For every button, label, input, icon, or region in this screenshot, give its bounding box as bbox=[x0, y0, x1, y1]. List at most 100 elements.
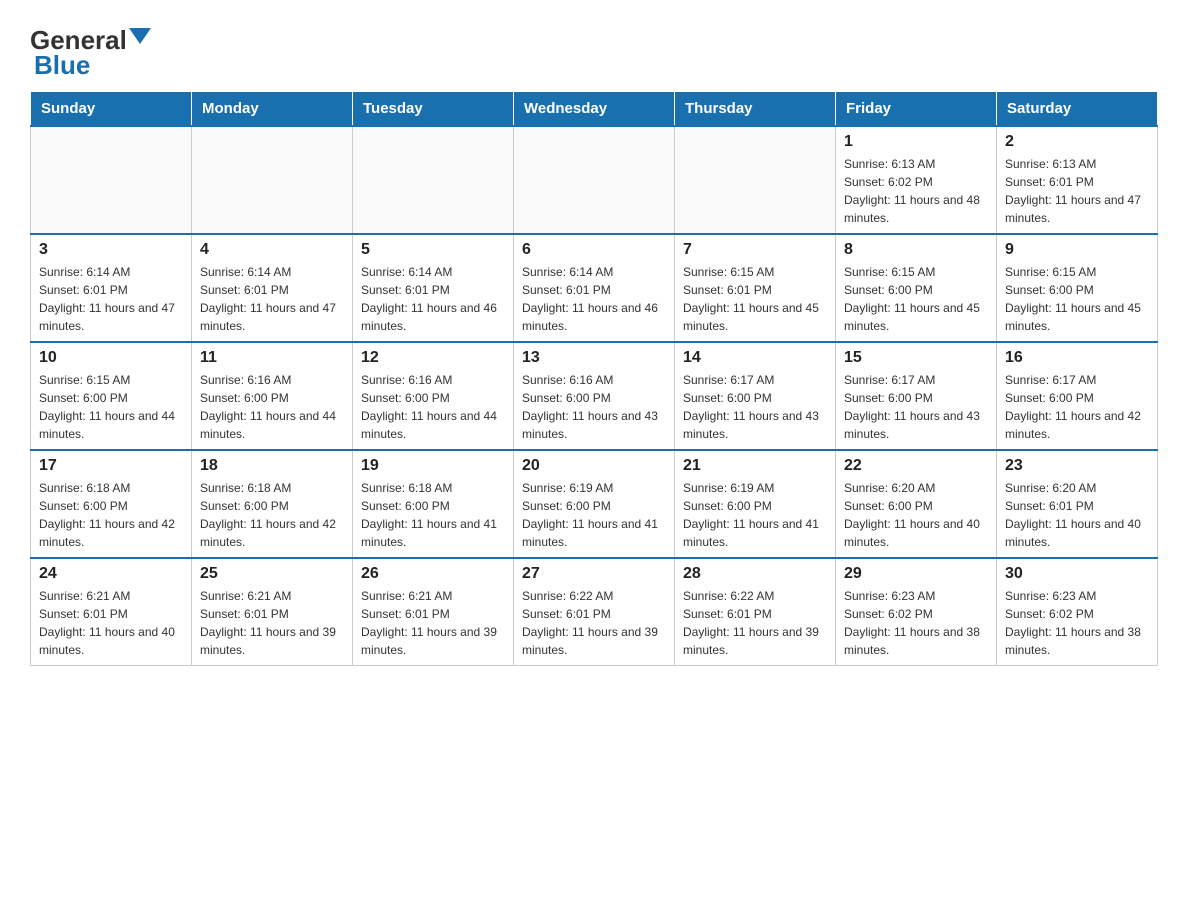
day-number: 21 bbox=[683, 457, 827, 475]
day-info: Sunrise: 6:14 AMSunset: 6:01 PMDaylight:… bbox=[39, 263, 183, 335]
calendar-cell: 21 Sunrise: 6:19 AMSunset: 6:00 PMDayligh… bbox=[675, 450, 836, 558]
week-row-2: 3 Sunrise: 6:14 AMSunset: 6:01 PMDaylight… bbox=[31, 234, 1158, 342]
day-info: Sunrise: 6:23 AMSunset: 6:02 PMDaylight:… bbox=[1005, 587, 1149, 659]
day-info: Sunrise: 6:16 AMSunset: 6:00 PMDaylight:… bbox=[200, 371, 344, 443]
day-number: 3 bbox=[39, 241, 183, 259]
week-row-5: 24 Sunrise: 6:21 AMSunset: 6:01 PMDayligh… bbox=[31, 558, 1158, 666]
day-info: Sunrise: 6:23 AMSunset: 6:02 PMDaylight:… bbox=[844, 587, 988, 659]
day-info: Sunrise: 6:15 AMSunset: 6:01 PMDaylight:… bbox=[683, 263, 827, 335]
day-info: Sunrise: 6:22 AMSunset: 6:01 PMDaylight:… bbox=[683, 587, 827, 659]
day-number: 15 bbox=[844, 349, 988, 367]
day-number: 5 bbox=[361, 241, 505, 259]
calendar-cell: 26 Sunrise: 6:21 AMSunset: 6:01 PMDayligh… bbox=[353, 558, 514, 666]
calendar-cell: 30 Sunrise: 6:23 AMSunset: 6:02 PMDayligh… bbox=[997, 558, 1158, 666]
day-number: 11 bbox=[200, 349, 344, 367]
logo-triangle-icon bbox=[129, 28, 151, 50]
day-number: 14 bbox=[683, 349, 827, 367]
day-number: 28 bbox=[683, 565, 827, 583]
calendar-cell: 22Sunrise: 6:20 AMSunset: 6:00 PMDayligh… bbox=[836, 450, 997, 558]
col-wednesday: Wednesday bbox=[514, 92, 675, 127]
calendar-cell: 18 Sunrise: 6:18 AMSunset: 6:00 PMDayligh… bbox=[192, 450, 353, 558]
logo-blue-text: Blue bbox=[34, 50, 90, 81]
day-info: Sunrise: 6:13 AMSunset: 6:01 PMDaylight:… bbox=[1005, 155, 1149, 227]
day-number: 12 bbox=[361, 349, 505, 367]
calendar-cell: 5 Sunrise: 6:14 AMSunset: 6:01 PMDaylight… bbox=[353, 234, 514, 342]
calendar-cell: 27 Sunrise: 6:22 AMSunset: 6:01 PMDayligh… bbox=[514, 558, 675, 666]
day-number: 26 bbox=[361, 565, 505, 583]
day-number: 1 bbox=[844, 133, 988, 151]
calendar-cell: 3 Sunrise: 6:14 AMSunset: 6:01 PMDaylight… bbox=[31, 234, 192, 342]
day-info: Sunrise: 6:14 AMSunset: 6:01 PMDaylight:… bbox=[522, 263, 666, 335]
day-number: 27 bbox=[522, 565, 666, 583]
calendar-cell: 12 Sunrise: 6:16 AMSunset: 6:00 PMDayligh… bbox=[353, 342, 514, 450]
col-monday: Monday bbox=[192, 92, 353, 127]
calendar-cell: 16Sunrise: 6:17 AMSunset: 6:00 PMDayligh… bbox=[997, 342, 1158, 450]
day-info: Sunrise: 6:17 AMSunset: 6:00 PMDaylight:… bbox=[844, 371, 988, 443]
calendar-cell: 9 Sunrise: 6:15 AMSunset: 6:00 PMDaylight… bbox=[997, 234, 1158, 342]
day-number: 7 bbox=[683, 241, 827, 259]
day-info: Sunrise: 6:19 AMSunset: 6:00 PMDaylight:… bbox=[683, 479, 827, 551]
calendar-cell: 2Sunrise: 6:13 AMSunset: 6:01 PMDaylight… bbox=[997, 126, 1158, 234]
day-info: Sunrise: 6:21 AMSunset: 6:01 PMDaylight:… bbox=[200, 587, 344, 659]
calendar-cell bbox=[514, 126, 675, 234]
day-number: 10 bbox=[39, 349, 183, 367]
day-info: Sunrise: 6:18 AMSunset: 6:00 PMDaylight:… bbox=[39, 479, 183, 551]
calendar-cell bbox=[31, 126, 192, 234]
day-info: Sunrise: 6:14 AMSunset: 6:01 PMDaylight:… bbox=[200, 263, 344, 335]
day-number: 4 bbox=[200, 241, 344, 259]
calendar-cell: 20 Sunrise: 6:19 AMSunset: 6:00 PMDayligh… bbox=[514, 450, 675, 558]
day-info: Sunrise: 6:18 AMSunset: 6:00 PMDaylight:… bbox=[200, 479, 344, 551]
day-info: Sunrise: 6:18 AMSunset: 6:00 PMDaylight:… bbox=[361, 479, 505, 551]
day-number: 20 bbox=[522, 457, 666, 475]
page-header: General Blue bbox=[30, 20, 1158, 81]
calendar-cell: 23Sunrise: 6:20 AMSunset: 6:01 PMDayligh… bbox=[997, 450, 1158, 558]
logo: General Blue bbox=[30, 25, 151, 81]
calendar-cell: 4 Sunrise: 6:14 AMSunset: 6:01 PMDaylight… bbox=[192, 234, 353, 342]
day-number: 18 bbox=[200, 457, 344, 475]
day-info: Sunrise: 6:15 AMSunset: 6:00 PMDaylight:… bbox=[844, 263, 988, 335]
calendar-header-row: Sunday Monday Tuesday Wednesday Thursday… bbox=[31, 92, 1158, 127]
day-info: Sunrise: 6:17 AMSunset: 6:00 PMDaylight:… bbox=[1005, 371, 1149, 443]
day-info: Sunrise: 6:17 AMSunset: 6:00 PMDaylight:… bbox=[683, 371, 827, 443]
calendar-cell: 8 Sunrise: 6:15 AMSunset: 6:00 PMDaylight… bbox=[836, 234, 997, 342]
day-number: 30 bbox=[1005, 565, 1149, 583]
col-sunday: Sunday bbox=[31, 92, 192, 127]
day-info: Sunrise: 6:19 AMSunset: 6:00 PMDaylight:… bbox=[522, 479, 666, 551]
day-number: 9 bbox=[1005, 241, 1149, 259]
day-info: Sunrise: 6:16 AMSunset: 6:00 PMDaylight:… bbox=[522, 371, 666, 443]
calendar-cell: 11 Sunrise: 6:16 AMSunset: 6:00 PMDayligh… bbox=[192, 342, 353, 450]
calendar-cell: 29Sunrise: 6:23 AMSunset: 6:02 PMDayligh… bbox=[836, 558, 997, 666]
day-info: Sunrise: 6:15 AMSunset: 6:00 PMDaylight:… bbox=[39, 371, 183, 443]
calendar-cell: 25 Sunrise: 6:21 AMSunset: 6:01 PMDayligh… bbox=[192, 558, 353, 666]
calendar-cell: 6Sunrise: 6:14 AMSunset: 6:01 PMDaylight… bbox=[514, 234, 675, 342]
calendar-table: Sunday Monday Tuesday Wednesday Thursday… bbox=[30, 91, 1158, 666]
week-row-3: 10 Sunrise: 6:15 AMSunset: 6:00 PMDayligh… bbox=[31, 342, 1158, 450]
day-info: Sunrise: 6:21 AMSunset: 6:01 PMDaylight:… bbox=[361, 587, 505, 659]
calendar-cell: 14 Sunrise: 6:17 AMSunset: 6:00 PMDayligh… bbox=[675, 342, 836, 450]
day-number: 24 bbox=[39, 565, 183, 583]
calendar-cell bbox=[192, 126, 353, 234]
day-number: 8 bbox=[844, 241, 988, 259]
day-number: 19 bbox=[361, 457, 505, 475]
calendar-cell: 13 Sunrise: 6:16 AMSunset: 6:00 PMDayligh… bbox=[514, 342, 675, 450]
day-number: 17 bbox=[39, 457, 183, 475]
week-row-1: 1Sunrise: 6:13 AMSunset: 6:02 PMDaylight… bbox=[31, 126, 1158, 234]
day-info: Sunrise: 6:15 AMSunset: 6:00 PMDaylight:… bbox=[1005, 263, 1149, 335]
day-number: 13 bbox=[522, 349, 666, 367]
day-info: Sunrise: 6:20 AMSunset: 6:01 PMDaylight:… bbox=[1005, 479, 1149, 551]
day-info: Sunrise: 6:22 AMSunset: 6:01 PMDaylight:… bbox=[522, 587, 666, 659]
col-saturday: Saturday bbox=[997, 92, 1158, 127]
calendar-cell: 15 Sunrise: 6:17 AMSunset: 6:00 PMDayligh… bbox=[836, 342, 997, 450]
calendar-cell bbox=[675, 126, 836, 234]
week-row-4: 17 Sunrise: 6:18 AMSunset: 6:00 PMDayligh… bbox=[31, 450, 1158, 558]
calendar-cell: 1Sunrise: 6:13 AMSunset: 6:02 PMDaylight… bbox=[836, 126, 997, 234]
day-info: Sunrise: 6:16 AMSunset: 6:00 PMDaylight:… bbox=[361, 371, 505, 443]
col-friday: Friday bbox=[836, 92, 997, 127]
day-info: Sunrise: 6:14 AMSunset: 6:01 PMDaylight:… bbox=[361, 263, 505, 335]
day-number: 25 bbox=[200, 565, 344, 583]
calendar-cell: 10 Sunrise: 6:15 AMSunset: 6:00 PMDayligh… bbox=[31, 342, 192, 450]
calendar-cell bbox=[353, 126, 514, 234]
col-tuesday: Tuesday bbox=[353, 92, 514, 127]
col-thursday: Thursday bbox=[675, 92, 836, 127]
calendar-cell: 24Sunrise: 6:21 AMSunset: 6:01 PMDayligh… bbox=[31, 558, 192, 666]
